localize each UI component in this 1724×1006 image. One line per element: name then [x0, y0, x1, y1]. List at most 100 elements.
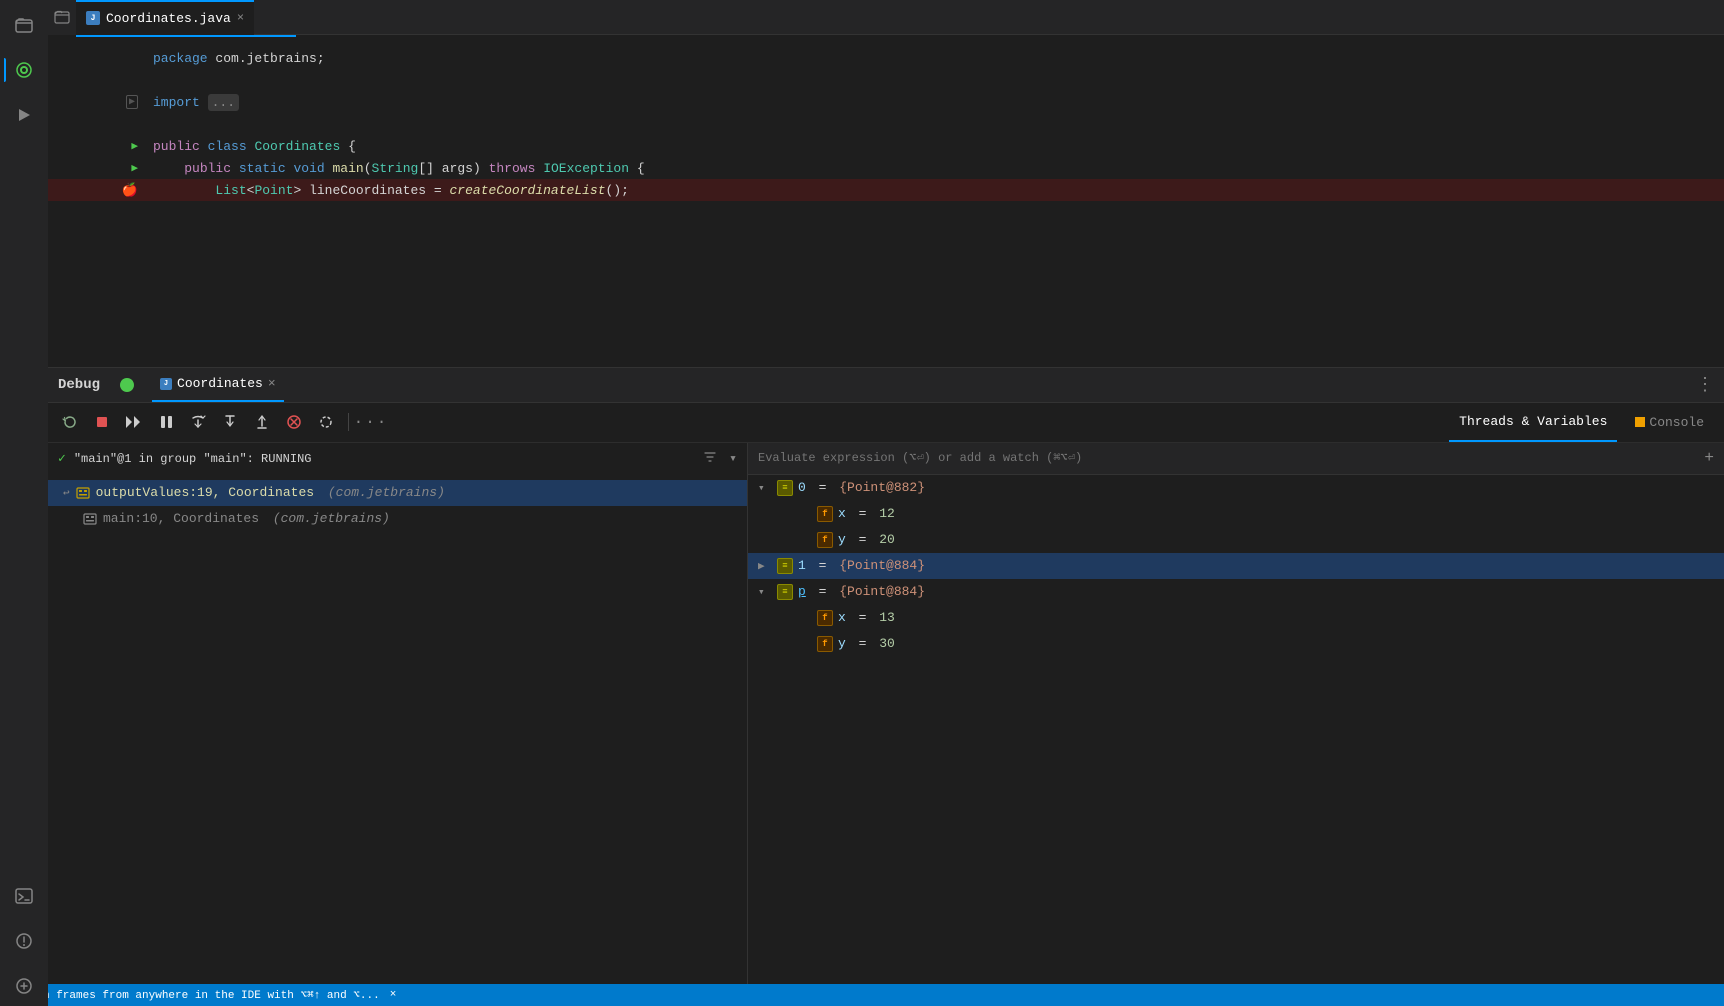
- console-tab[interactable]: Console: [1625, 403, 1714, 442]
- stop-btn[interactable]: [90, 410, 114, 434]
- sidebar-item-run[interactable]: [4, 95, 44, 135]
- content-area: J Coordinates.java × package com.jetbrai…: [48, 0, 1724, 984]
- var-expand-0: ▾: [758, 481, 772, 495]
- gutter-6: ▶: [58, 161, 153, 175]
- coord-java-icon: J: [160, 378, 172, 390]
- eval-bar: +: [748, 443, 1724, 475]
- var-name-0-y: y: [838, 532, 846, 547]
- var-icon-field-0-x: f: [817, 506, 833, 522]
- thread-header: ✓ "main"@1 in group "main": RUNNING ▾: [48, 443, 747, 475]
- var-name-p: p: [798, 584, 806, 599]
- editor-tab-label: Coordinates.java: [106, 11, 231, 26]
- mute-btn[interactable]: [314, 410, 338, 434]
- code-content-3: import ...: [153, 95, 1724, 110]
- gutter-7: 🍎: [58, 183, 153, 198]
- var-icon-arr-0: ≡: [777, 480, 793, 496]
- step-out-btn[interactable]: [250, 410, 274, 434]
- var-row-p-y[interactable]: f y = 30: [748, 631, 1724, 657]
- var-value-p-y: 30: [879, 636, 895, 651]
- var-value-1: {Point@884}: [839, 558, 925, 573]
- eval-add-btn[interactable]: +: [1704, 449, 1714, 467]
- var-value-p: {Point@884}: [839, 584, 925, 599]
- sidebar-item-terminal[interactable]: [4, 876, 44, 916]
- panel-tab-close[interactable]: ×: [268, 376, 276, 391]
- var-eq-p-y: =: [851, 636, 874, 651]
- editor-tab-close[interactable]: ×: [237, 11, 244, 25]
- rerun-btn[interactable]: [58, 410, 82, 434]
- step-over-btn[interactable]: [186, 410, 210, 434]
- left-sidebar: [0, 0, 48, 1006]
- run-gutter-6[interactable]: ▶: [131, 161, 138, 175]
- filter-btn[interactable]: [703, 450, 717, 468]
- editor-area: J Coordinates.java × package com.jetbrai…: [48, 0, 1724, 367]
- var-name-1: 1: [798, 558, 806, 573]
- var-value-0-x: 12: [879, 506, 895, 521]
- threads-variables-tab[interactable]: Threads & Variables: [1449, 403, 1617, 442]
- var-row-0-y[interactable]: f y = 20: [748, 527, 1724, 553]
- panel-more-btn[interactable]: ⋮: [1696, 374, 1714, 396]
- code-content-1: package com.jetbrains;: [153, 51, 1724, 66]
- java-file-icon: J: [86, 11, 100, 25]
- toolbar-separator: [348, 413, 349, 431]
- frame-location-1: (com.jetbrains): [265, 511, 390, 526]
- var-eq-0-y: =: [851, 532, 874, 547]
- code-content-6: public static void main(String[] args) t…: [153, 161, 1724, 176]
- sidebar-item-issues[interactable]: [4, 921, 44, 961]
- threads-panel: ✓ "main"@1 in group "main": RUNNING ▾: [48, 443, 748, 984]
- var-icon-field-p-y: f: [817, 636, 833, 652]
- var-value-p-x: 13: [879, 610, 895, 625]
- var-icon-arr-p: ≡: [777, 584, 793, 600]
- var-name-p-y: y: [838, 636, 846, 651]
- threads-variables-label: Threads & Variables: [1459, 414, 1607, 429]
- var-row-0[interactable]: ▾ ≡ 0 = {Point@882}: [748, 475, 1724, 501]
- var-row-p-x[interactable]: f x = 13: [748, 605, 1724, 631]
- variables-panel: + ▾ ≡ 0 = {Point@882}: [748, 443, 1724, 984]
- editor-tab-coordinates[interactable]: J Coordinates.java ×: [76, 0, 254, 35]
- eval-input[interactable]: [758, 451, 1696, 465]
- resume-btn[interactable]: [122, 410, 146, 434]
- editor-tab-bar: J Coordinates.java ×: [48, 0, 1724, 35]
- run-gutter-5[interactable]: ▶: [131, 139, 138, 153]
- var-row-0-x[interactable]: f x = 12: [748, 501, 1724, 527]
- panel-tab-coordinates-label: Coordinates: [177, 376, 263, 391]
- var-eq-0: =: [811, 480, 834, 495]
- var-name-0-x: x: [838, 506, 846, 521]
- frame-icon-0: [76, 487, 90, 499]
- var-name-p-x: x: [838, 610, 846, 625]
- var-row-p[interactable]: ▾ ≡ p = {Point@884}: [748, 579, 1724, 605]
- var-value-0-y: 20: [879, 532, 895, 547]
- var-row-1[interactable]: ▶ ≡ 1 = {Point@884}: [748, 553, 1724, 579]
- console-dot: [1635, 417, 1645, 427]
- stop-breakpoints-btn[interactable]: [282, 410, 306, 434]
- code-line-5: ▶ public class Coordinates {: [48, 135, 1724, 157]
- frame-item-0[interactable]: ↩ outputValues:19, Coordinates (com.jetb…: [48, 480, 747, 506]
- var-icon-arr-1: ≡: [777, 558, 793, 574]
- pause-btn[interactable]: [154, 410, 178, 434]
- var-expand-p: ▾: [758, 585, 772, 599]
- sidebar-item-debug[interactable]: [4, 50, 44, 90]
- console-label: Console: [1649, 415, 1704, 430]
- main-layout: J Coordinates.java × package com.jetbrai…: [0, 0, 1724, 1006]
- sidebar-item-plugins[interactable]: [4, 966, 44, 1006]
- frame-location-0: (com.jetbrains): [320, 485, 445, 500]
- thread-dropdown-btn[interactable]: ▾: [729, 451, 737, 466]
- panel-tab-coordinates[interactable]: J Coordinates ×: [152, 367, 284, 402]
- frame-method-0: outputValues:19, Coordinates: [96, 485, 314, 500]
- var-eq-p-x: =: [851, 610, 874, 625]
- frame-item-1[interactable]: main:10, Coordinates (com.jetbrains): [48, 506, 747, 532]
- step-into-btn[interactable]: [218, 410, 242, 434]
- gutter-5: ▶: [58, 139, 153, 153]
- status-close-btn[interactable]: ×: [390, 989, 397, 1001]
- code-editor[interactable]: package com.jetbrains; ▶ import ...: [48, 37, 1724, 367]
- collapse-import-arrow[interactable]: ▶: [126, 95, 138, 109]
- sidebar-item-folder[interactable]: [4, 5, 44, 45]
- var-eq-p: =: [811, 584, 834, 599]
- folder-icon: [48, 0, 76, 35]
- panel-tab-bar: Debug J Coordinates × ⋮: [48, 368, 1724, 403]
- code-line-4: [48, 113, 1724, 135]
- breakpoint-7[interactable]: 🍎: [122, 183, 138, 198]
- vars-list: ▾ ≡ 0 = {Point@882} f x = 12: [748, 475, 1724, 984]
- more-btn[interactable]: ···: [359, 410, 383, 434]
- var-icon-field-p-x: f: [817, 610, 833, 626]
- debug-status-dot: [120, 378, 134, 392]
